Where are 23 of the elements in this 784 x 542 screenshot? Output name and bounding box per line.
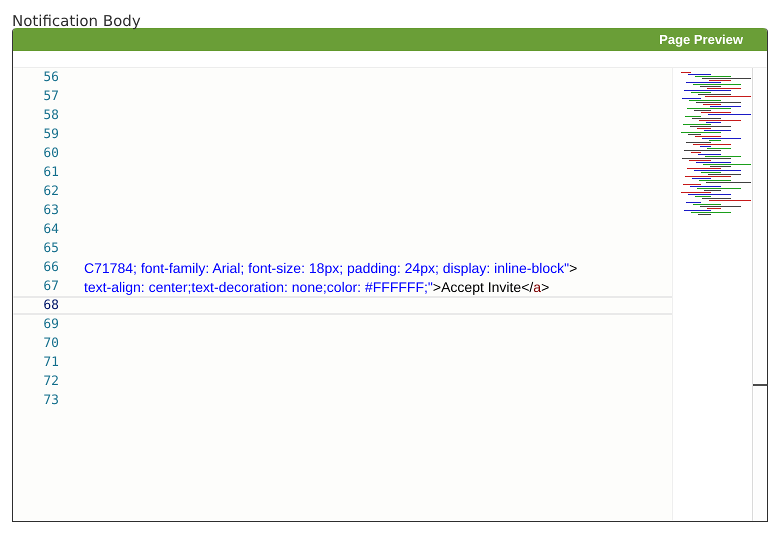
line-number: 65: [42, 241, 59, 256]
code-line: text-align: center;text-decoration: none;color: #FFFFFF;">Accept Invite</a>: [84, 278, 550, 294]
line-number: 69: [42, 317, 59, 332]
page-preview-label: Page Preview: [659, 32, 743, 47]
line-number: 57: [42, 89, 59, 104]
line-number: 56: [42, 70, 59, 85]
line-number: 63: [42, 203, 59, 218]
code-line: C71784; font-family: Arial; font-size: 18px; padding: 24px; display: inline-block">: [84, 260, 578, 276]
line-number: 68: [42, 298, 59, 313]
line-number: 66: [42, 260, 59, 275]
line-number: 72: [42, 374, 59, 389]
line-number: 60: [42, 146, 59, 161]
line-number: 70: [42, 336, 59, 351]
line-number: 59: [42, 127, 59, 142]
line-number: 58: [42, 108, 59, 123]
scrollbar[interactable]: [752, 68, 767, 521]
line-number: 64: [42, 222, 59, 237]
line-number: 62: [42, 184, 59, 199]
section-title: Notification Body: [12, 12, 141, 30]
line-number: 73: [42, 393, 59, 408]
line-number: 61: [42, 165, 59, 180]
line-number: 71: [42, 355, 59, 370]
line-number: 67: [42, 279, 59, 294]
